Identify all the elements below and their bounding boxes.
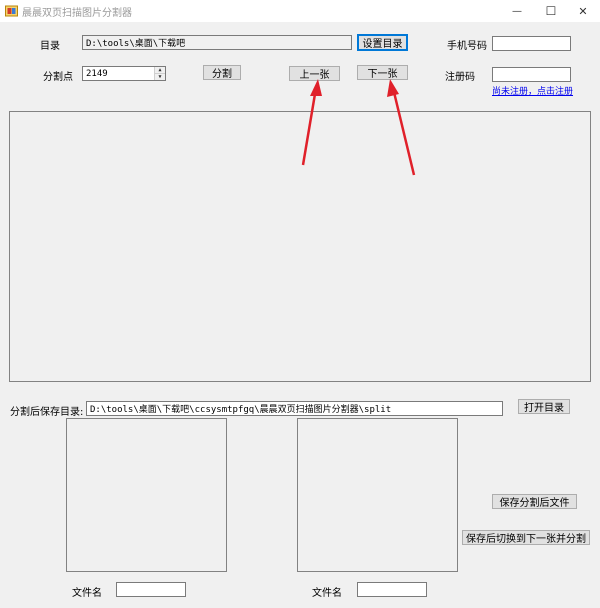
title-bar: 晨晨双页扫描图片分割器 — ☐ ✕: [0, 0, 600, 22]
arrow-head-next: [387, 79, 399, 97]
spin-up-icon[interactable]: ▲: [155, 67, 165, 74]
next-button[interactable]: 下一张: [357, 65, 408, 80]
save-next-button[interactable]: 保存后切换到下一张并分割: [462, 530, 590, 545]
set-dir-button[interactable]: 设置目录: [357, 34, 408, 51]
right-filename-label: 文件名: [312, 588, 342, 599]
left-filename-input[interactable]: [116, 582, 186, 597]
app-icon: [5, 5, 18, 17]
close-button[interactable]: ✕: [566, 0, 600, 22]
split-point-label: 分割点: [43, 72, 73, 83]
dir-input[interactable]: D:\tools\桌面\下载吧: [82, 35, 352, 50]
left-split-preview: [66, 418, 227, 572]
phone-label: 手机号码: [447, 41, 487, 52]
right-split-preview: [297, 418, 458, 572]
dir-label: 目录: [40, 41, 60, 52]
prev-button[interactable]: 上一张: [289, 66, 340, 81]
phone-input[interactable]: [492, 36, 571, 51]
spin-down-icon[interactable]: ▼: [155, 74, 165, 80]
reg-code-label: 注册码: [445, 72, 475, 83]
save-split-button[interactable]: 保存分割后文件: [492, 494, 577, 509]
save-dir-label: 分割后保存目录:: [10, 407, 84, 418]
open-dir-button[interactable]: 打开目录: [518, 399, 570, 414]
right-filename-input[interactable]: [357, 582, 427, 597]
left-filename-label: 文件名: [72, 588, 102, 599]
window-title: 晨晨双页扫描图片分割器: [22, 8, 132, 19]
register-link[interactable]: 尚未注册，点击注册: [492, 84, 573, 97]
close-icon: ✕: [578, 4, 588, 18]
reg-code-input[interactable]: [492, 67, 571, 82]
minimize-button[interactable]: —: [500, 0, 534, 22]
minimize-icon: —: [512, 5, 522, 17]
maximize-icon: ☐: [545, 4, 557, 18]
save-dir-input[interactable]: D:\tools\桌面\下载吧\ccsysmtpfgq\晨晨双页扫描图片分割器\…: [86, 401, 503, 416]
arrow-head-prev: [310, 79, 322, 96]
split-point-stepper[interactable]: 2149 ▲ ▼: [82, 66, 166, 81]
spin-buttons[interactable]: ▲ ▼: [154, 67, 165, 80]
split-point-value: 2149: [86, 68, 108, 79]
split-button[interactable]: 分割: [203, 65, 241, 80]
maximize-button[interactable]: ☐: [534, 0, 568, 22]
main-preview-panel: [9, 111, 591, 382]
